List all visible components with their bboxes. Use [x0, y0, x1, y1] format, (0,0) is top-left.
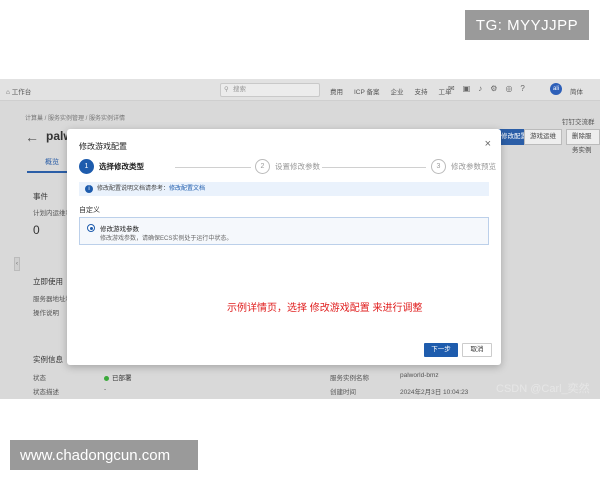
- search-placeholder: 搜索: [233, 86, 246, 93]
- instance-name-value: palworld-bmz: [400, 372, 439, 379]
- gear-icon[interactable]: ⚙: [490, 84, 497, 93]
- delete-instance-button[interactable]: 删除服务实例: [566, 129, 600, 154]
- created-time-value: 2024年2月3日 10:04:23: [400, 389, 469, 396]
- status-label: 状态: [33, 375, 46, 382]
- close-icon[interactable]: ×: [485, 138, 491, 150]
- instance-name-label: 服务实例名称: [330, 375, 369, 382]
- option-title: 修改游戏参数: [100, 226, 139, 233]
- nav-link-support[interactable]: 支持: [415, 86, 428, 96]
- instance-info-title: 实例信息: [33, 355, 63, 364]
- language-switch[interactable]: 简体: [570, 86, 583, 96]
- top-nav-links: 费用 ICP 备案 企业 支持 工单: [330, 86, 452, 96]
- status-badge: 已部署: [104, 372, 132, 382]
- global-search-input[interactable]: ⚲ 搜索: [220, 83, 320, 97]
- step-1-number: 1: [79, 159, 94, 174]
- section-label: 自定义: [79, 207, 100, 214]
- radio-selected[interactable]: [87, 224, 95, 232]
- step-connector: [175, 167, 251, 168]
- modify-game-config-dialog: 修改游戏配置 × 1 选择修改类型 2 设置修改参数 3 修改参数预览 i 修改…: [67, 129, 501, 365]
- info-icon: i: [85, 185, 93, 193]
- info-banner: i 修改配置说明文档请参考：修改配置文档: [79, 182, 489, 196]
- watermark-site: www.chadongcun.com: [10, 440, 198, 470]
- events-title: 事件: [33, 192, 48, 201]
- game-ops-button[interactable]: 游戏运维: [524, 129, 562, 145]
- collapse-handle[interactable]: ‹: [14, 257, 20, 271]
- step-connector: [322, 167, 426, 168]
- cart-icon[interactable]: ▣: [463, 84, 471, 93]
- info-text: 修改配置说明文档请参考：: [97, 186, 170, 192]
- help-icon[interactable]: ?: [520, 84, 524, 93]
- step-3-number: 3: [431, 159, 446, 174]
- workbench-label: 工作台: [11, 89, 32, 96]
- bell-icon[interactable]: ♪: [478, 84, 482, 93]
- created-time-label: 创建时间: [330, 389, 356, 396]
- step-3: 3 修改参数预览: [431, 159, 496, 174]
- dingtalk-group-link[interactable]: 钉钉交流群: [562, 116, 595, 126]
- back-arrow-icon[interactable]: ←: [25, 129, 39, 145]
- location-icon[interactable]: ◎: [505, 84, 512, 93]
- status-value: 已部署: [112, 375, 132, 382]
- step-1-label: 选择修改类型: [99, 162, 144, 171]
- message-icon[interactable]: ✉: [448, 84, 455, 93]
- step-2-number: 2: [255, 159, 270, 174]
- config-doc-link[interactable]: 修改配置文档: [169, 186, 205, 192]
- avatar[interactable]: ali: [550, 83, 562, 95]
- workbench-link[interactable]: ⌂ 工作台: [6, 86, 31, 96]
- option-description: 修改游戏参数，请确保ECS实例处于运行中状态。: [100, 236, 233, 242]
- step-3-label: 修改参数预览: [451, 162, 496, 171]
- breadcrumb: 计算巢 / 服务实例管理 / 服务实例详情: [25, 116, 126, 122]
- watermark-tg: TG: MYYJJPP: [465, 10, 589, 40]
- step-2: 2 设置修改参数: [255, 159, 320, 174]
- toolbar-icons: ✉ ▣ ♪ ⚙ ◎ ?: [448, 84, 525, 93]
- next-button[interactable]: 下一步: [424, 343, 458, 357]
- dialog-title: 修改游戏配置: [79, 142, 127, 151]
- console-screenshot: ⌂ 工作台 ⚲ 搜索 费用 ICP 备案 企业 支持 工单 ✉ ▣ ♪ ⚙ ◎ …: [0, 79, 600, 399]
- instructions-label: 操作说明: [33, 310, 59, 317]
- cancel-button[interactable]: 取消: [462, 343, 492, 357]
- status-desc-value: -: [104, 386, 107, 393]
- step-2-label: 设置修改参数: [275, 162, 320, 171]
- quick-use-title: 立即使用: [33, 277, 63, 286]
- events-count: 0: [33, 223, 40, 237]
- annotation-text: 示例详情页，选择 修改游戏配置 来进行调整: [227, 303, 423, 314]
- modify-game-params-option[interactable]: 修改游戏参数 修改游戏参数，请确保ECS实例处于运行中状态。: [79, 217, 489, 245]
- status-desc-label: 状态描述: [33, 389, 59, 396]
- step-1: 1 选择修改类型: [79, 159, 144, 174]
- top-navigation-bar: ⌂ 工作台 ⚲ 搜索 费用 ICP 备案 企业 支持 工单 ✉ ▣ ♪ ⚙ ◎ …: [0, 79, 600, 101]
- status-dot-icon: [104, 375, 109, 381]
- watermark-csdn: CSDN @Carl_奕然: [496, 383, 590, 395]
- nav-link-enterprise[interactable]: 企业: [391, 86, 404, 96]
- search-icon: ⚲: [224, 86, 229, 93]
- nav-link-icp[interactable]: ICP 备案: [354, 86, 380, 96]
- nav-link-billing[interactable]: 费用: [330, 86, 343, 96]
